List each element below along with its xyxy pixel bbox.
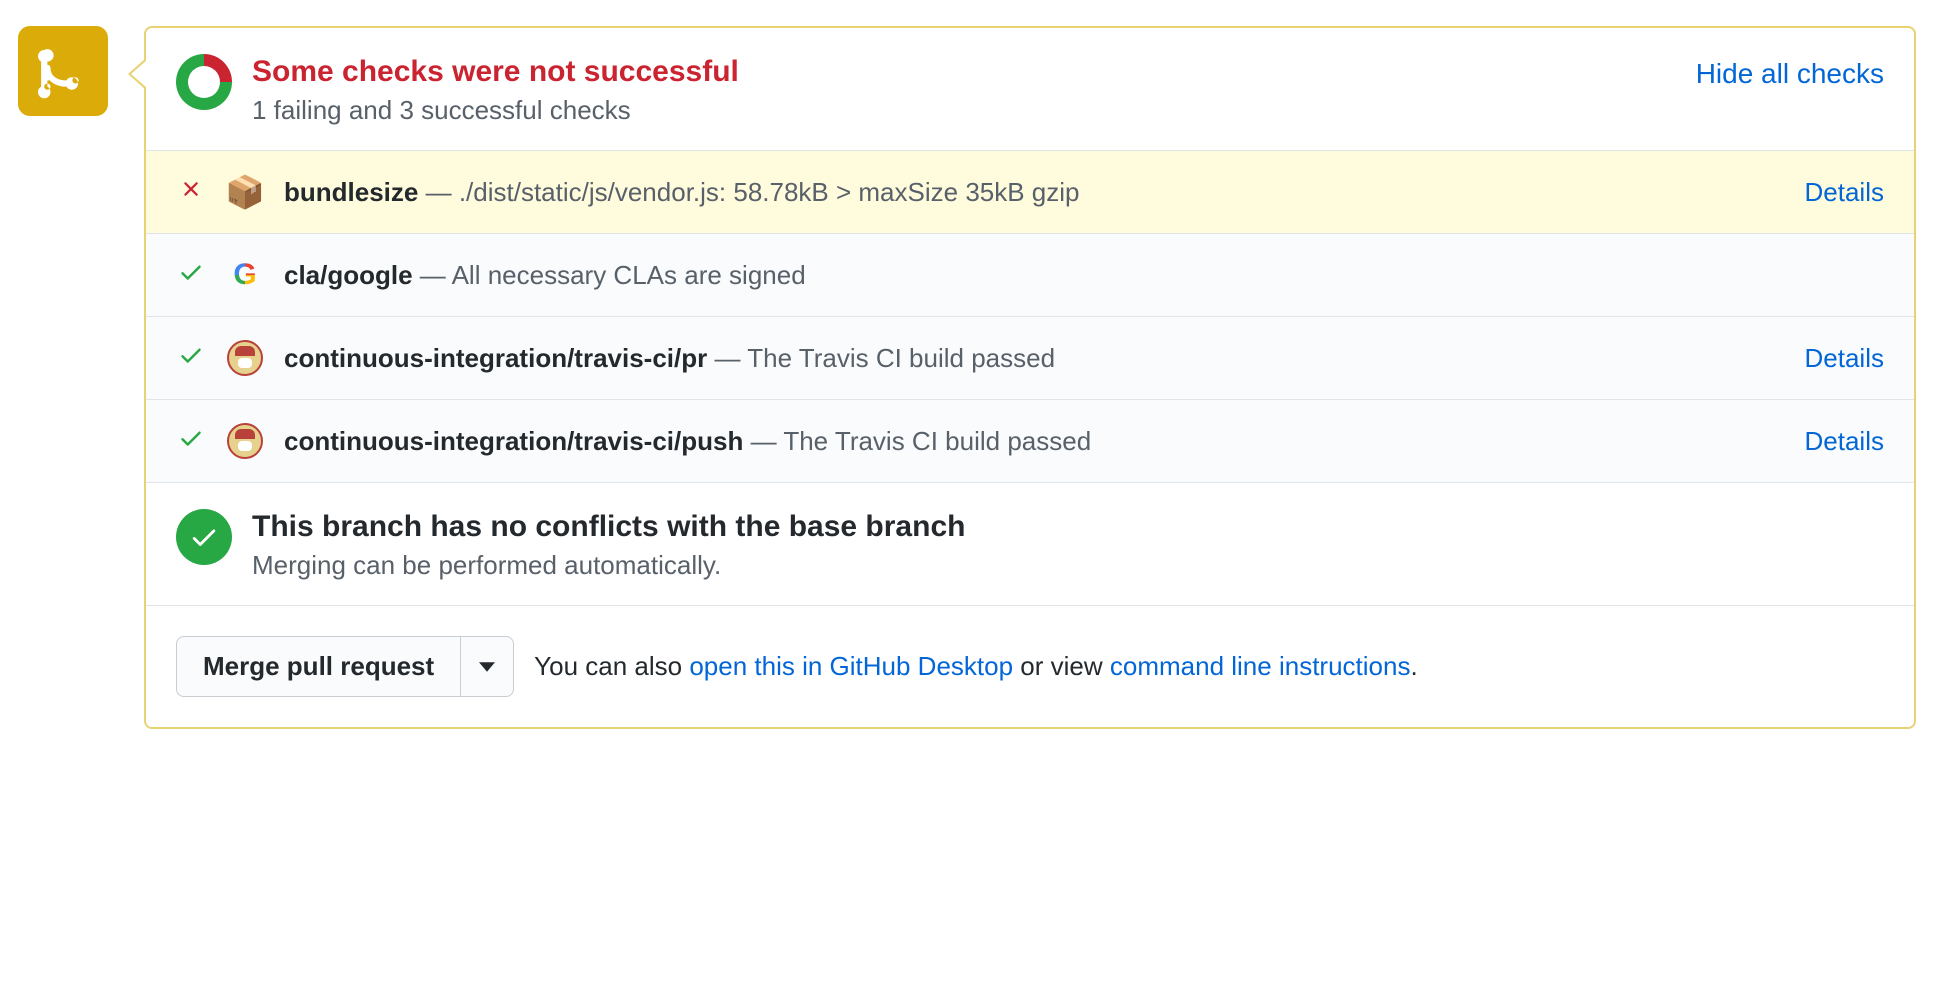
check-name: cla/google xyxy=(284,260,413,290)
panel-arrow xyxy=(128,58,146,90)
hide-all-checks-link[interactable]: Hide all checks xyxy=(1696,52,1884,90)
check-row: Gcla/google — All necessary CLAs are sig… xyxy=(146,234,1914,317)
caret-down-icon xyxy=(479,661,495,673)
travis-icon xyxy=(227,423,263,459)
check-name: continuous-integration/travis-ci/pr xyxy=(284,343,707,373)
checks-summary-section: Some checks were not successful 1 failin… xyxy=(146,28,1914,151)
merge-icon-badge xyxy=(18,26,108,116)
merge-pull-request-button[interactable]: Merge pull request xyxy=(176,636,460,697)
checks-list: 📦 bundlesize — ./dist/static/js/vendor.js… xyxy=(146,151,1914,483)
check-row: continuous-integration/travis-ci/push — … xyxy=(146,400,1914,483)
check-details-link[interactable]: Details xyxy=(1805,343,1884,374)
check-details-link[interactable]: Details xyxy=(1805,426,1884,457)
check-pass-icon xyxy=(178,342,204,375)
travis-icon xyxy=(227,340,263,376)
check-text: continuous-integration/travis-ci/pr — Th… xyxy=(284,343,1785,374)
check-pass-icon xyxy=(178,259,204,292)
open-github-desktop-link[interactable]: open this in GitHub Desktop xyxy=(689,651,1013,681)
merge-status-subtitle: Merging can be performed automatically. xyxy=(252,550,1884,581)
check-description: All necessary CLAs are signed xyxy=(452,260,806,290)
merge-helper-text: You can also open this in GitHub Desktop… xyxy=(534,651,1418,682)
check-row: 📦 bundlesize — ./dist/static/js/vendor.js… xyxy=(146,151,1914,234)
merge-footer: Merge pull request You can also open thi… xyxy=(146,606,1914,727)
success-check-icon xyxy=(176,509,232,565)
check-description: ./dist/static/js/vendor.js: 58.78kB > ma… xyxy=(459,177,1080,207)
check-details-link[interactable]: Details xyxy=(1805,177,1884,208)
check-text: continuous-integration/travis-ci/push — … xyxy=(284,426,1785,457)
merge-status-title: This branch has no conflicts with the ba… xyxy=(252,507,1884,546)
check-text: cla/google — All necessary CLAs are sign… xyxy=(284,260,1884,291)
check-row: continuous-integration/travis-ci/pr — Th… xyxy=(146,317,1914,400)
check-description: The Travis CI build passed xyxy=(747,343,1055,373)
checks-summary-subtitle: 1 failing and 3 successful checks xyxy=(252,95,1676,126)
google-icon: G xyxy=(233,258,256,292)
merge-status-panel: Some checks were not successful 1 failin… xyxy=(144,26,1916,729)
check-name: continuous-integration/travis-ci/push xyxy=(284,426,743,456)
command-line-instructions-link[interactable]: command line instructions xyxy=(1110,651,1411,681)
status-donut-icon xyxy=(176,54,232,110)
package-icon: 📦 xyxy=(225,173,265,211)
check-description: The Travis CI build passed xyxy=(783,426,1091,456)
check-name: bundlesize xyxy=(284,177,418,207)
merge-options-dropdown[interactable] xyxy=(460,636,514,697)
check-pass-icon xyxy=(178,425,204,458)
git-merge-icon xyxy=(38,42,88,100)
checks-summary-title: Some checks were not successful xyxy=(252,52,1676,91)
check-text: bundlesize — ./dist/static/js/vendor.js:… xyxy=(284,177,1785,208)
merge-conflicts-section: This branch has no conflicts with the ba… xyxy=(146,483,1914,606)
check-fail-icon xyxy=(179,177,203,208)
merge-button-group: Merge pull request xyxy=(176,636,514,697)
